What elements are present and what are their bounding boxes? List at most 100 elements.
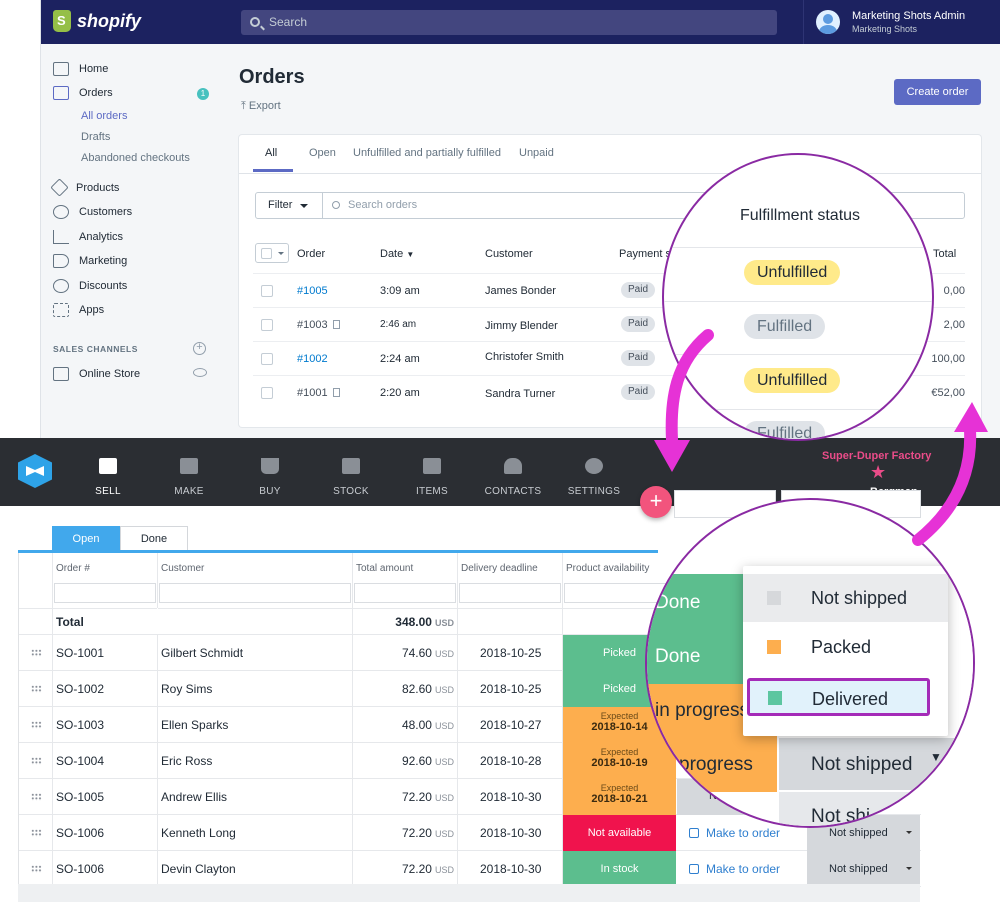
product-availability-cell[interactable]: In stock (563, 851, 676, 887)
drag-handle-icon[interactable] (31, 685, 42, 693)
gear-icon (585, 458, 603, 474)
delivery-deadline: 2018-10-25 (480, 646, 542, 660)
row-checkbox[interactable] (261, 319, 273, 331)
sales-order-number[interactable]: SO-1005 (56, 790, 104, 804)
nav-make[interactable]: MAKE (150, 438, 228, 506)
tab-all[interactable]: All (265, 147, 277, 159)
column-order-number[interactable]: Order # (56, 563, 90, 574)
sidebar-item-analytics[interactable]: Analytics (53, 230, 123, 244)
sidebar-item-label: Orders (79, 87, 113, 99)
make-to-order-button[interactable]: Make to order (689, 862, 780, 876)
nav-contacts[interactable]: CONTACTS (474, 438, 552, 506)
column-date[interactable]: Date ▼ (380, 248, 414, 260)
delivery-deadline: 2018-10-30 (480, 862, 542, 876)
tab-open[interactable]: Open (52, 526, 120, 551)
horizontal-scrollbar[interactable] (18, 884, 920, 902)
eye-icon[interactable] (193, 368, 207, 377)
drag-handle-icon[interactable] (31, 721, 42, 729)
sidebar-item-apps[interactable]: Apps (53, 303, 104, 317)
create-order-button[interactable]: Create order (894, 79, 981, 105)
katana-logo-icon[interactable] (18, 454, 52, 488)
sidebar-sub-drafts[interactable]: Drafts (81, 131, 110, 143)
column-customer[interactable]: Customer (161, 563, 204, 574)
column-order[interactable]: Order (297, 248, 325, 260)
option-packed[interactable]: Packed (743, 623, 948, 671)
amount-filter-input[interactable] (354, 583, 456, 603)
fulfillment-status-heading: Fulfillment status (740, 207, 861, 224)
delivery-deadline: 2018-10-28 (480, 754, 542, 768)
column-payment[interactable]: Payment s (619, 248, 671, 260)
column-customer[interactable]: Customer (485, 248, 533, 260)
sidebar-item-home[interactable]: Home (53, 62, 108, 76)
column-product-availability[interactable]: Product availability (566, 563, 649, 574)
row-checkbox[interactable] (261, 387, 273, 399)
sidebar-item-customers[interactable]: Customers (53, 205, 132, 219)
sales-order-number[interactable]: SO-1001 (56, 646, 104, 660)
sidebar-item-marketing[interactable]: Marketing (53, 254, 127, 268)
sales-order-number[interactable]: SO-1003 (56, 718, 104, 732)
search-icon (332, 201, 340, 209)
nav-label: MAKE (174, 486, 204, 497)
global-search-input[interactable]: Search (241, 10, 777, 35)
tab-unfulfilled[interactable]: Unfulfilled and partially fulfilled (353, 147, 501, 159)
shopify-logo[interactable]: shopify (53, 10, 141, 32)
order-id-link[interactable]: #1003 (297, 319, 340, 331)
delivery-deadline: 2018-10-27 (480, 718, 542, 732)
row-checkbox[interactable] (261, 285, 273, 297)
add-sales-channel-icon[interactable]: + (193, 342, 206, 355)
deadline-filter-input[interactable] (459, 583, 561, 603)
sales-order-number[interactable]: SO-1006 (56, 862, 104, 876)
sidebar-item-online-store[interactable]: Online Store (53, 367, 140, 381)
select-all-checkbox[interactable] (255, 243, 289, 263)
sidebar-item-orders[interactable]: Orders (53, 86, 113, 100)
account-menu[interactable]: Marketing Shots Admin Marketing Shots (803, 0, 1000, 44)
order-id-link[interactable]: #1005 (297, 285, 328, 297)
shipping-dropdown-current[interactable]: Not shipped (811, 754, 912, 776)
make-to-order-button[interactable]: Make to order (689, 826, 780, 840)
option-not-shipped[interactable]: Not shipped (743, 574, 948, 622)
order-id-text: #1003 (297, 319, 328, 331)
row-checkbox[interactable] (261, 353, 273, 365)
customer-filter-input[interactable] (159, 583, 351, 603)
sales-order-number[interactable]: SO-1006 (56, 826, 104, 840)
sidebar-item-discounts[interactable]: Discounts (53, 279, 127, 293)
nav-buy[interactable]: BUY (231, 438, 309, 506)
order-customer: Jimmy Blender (485, 320, 558, 332)
tab-unpaid[interactable]: Unpaid (519, 147, 554, 159)
nav-settings[interactable]: SETTINGS (555, 438, 633, 506)
column-total[interactable]: Total (933, 248, 956, 260)
drag-handle-icon[interactable] (31, 649, 42, 657)
sidebar-sub-all-orders[interactable]: All orders (81, 110, 127, 122)
column-total-amount[interactable]: Total amount (356, 563, 413, 574)
nav-sell[interactable]: SELL (69, 438, 147, 506)
sales-order-number[interactable]: SO-1002 (56, 682, 104, 696)
total-amount-value: 348.00 (395, 615, 432, 629)
export-button[interactable]: ⤒ Export (241, 100, 281, 113)
drag-handle-icon[interactable] (31, 793, 42, 801)
shipping-status-dropdown[interactable]: Not shipped (807, 851, 920, 887)
amount-value: 72.20 (401, 790, 432, 804)
filter-dropdown[interactable]: Filter (255, 192, 323, 219)
column-delivery-deadline[interactable]: Delivery deadline (461, 563, 538, 574)
sidebar-item-products[interactable]: Products (50, 178, 119, 197)
tab-done[interactable]: Done (120, 526, 188, 551)
drag-handle-icon[interactable] (31, 757, 42, 765)
nav-items[interactable]: ITEMS (393, 438, 471, 506)
order-filter-input[interactable] (54, 583, 156, 603)
sidebar-item-label: Apps (79, 304, 105, 316)
add-button[interactable]: + (640, 486, 672, 518)
drag-handle-icon[interactable] (31, 829, 42, 837)
option-label: Delivered (812, 689, 889, 709)
sidebar-sub-abandoned-checkouts[interactable]: Abandoned checkouts (81, 152, 190, 164)
sales-order-number[interactable]: SO-1004 (56, 754, 104, 768)
order-id-link[interactable]: #1002 (297, 353, 328, 365)
drag-handle-icon[interactable] (31, 865, 42, 873)
order-id-link[interactable]: #1001 (297, 387, 340, 399)
tag-icon (50, 178, 69, 197)
order-total: 100,00 (931, 353, 965, 365)
option-delivered[interactable]: Delivered (747, 678, 930, 716)
tab-open[interactable]: Open (309, 147, 336, 159)
shipping-status-label: Not shipped (829, 863, 888, 875)
product-availability-cell[interactable]: Not available (563, 815, 676, 851)
nav-stock[interactable]: STOCK (312, 438, 390, 506)
